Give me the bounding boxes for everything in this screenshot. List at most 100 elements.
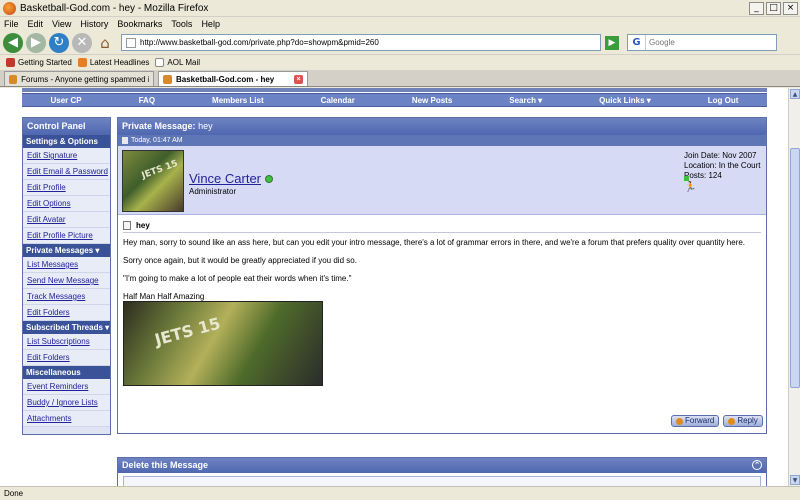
maximize-button[interactable]: □: [766, 1, 781, 15]
message-text: Hey man, sorry to sound like an ass here…: [123, 238, 761, 302]
nav-quick-links[interactable]: Quick Links ▾: [599, 96, 651, 105]
bookmark-icon: [6, 57, 15, 67]
pm-header: Private Message: hey: [118, 118, 766, 135]
menu-view[interactable]: View: [52, 19, 71, 29]
tab-bar: Forums - Anyone getting spammed in ... B…: [0, 70, 800, 87]
menu-edit[interactable]: Edit: [28, 19, 44, 29]
private-message-panel: Private Message: hey Today, 01:47 AM JET…: [117, 117, 767, 434]
google-icon[interactable]: G: [628, 35, 646, 50]
link-event-reminders[interactable]: Event Reminders: [23, 379, 110, 395]
message-paragraph: Hey man, sorry to sound like an ass here…: [123, 238, 746, 247]
reply-button[interactable]: Reply: [723, 415, 763, 427]
tab-basketball-god[interactable]: Basketball-God.com - hey ×: [158, 71, 308, 86]
link-edit-folders-subs[interactable]: Edit Folders: [23, 350, 110, 366]
link-track-messages[interactable]: Track Messages: [23, 289, 110, 305]
link-buddy-ignore-lists[interactable]: Buddy / Ignore Lists: [23, 395, 110, 411]
link-send-new-message[interactable]: Send New Message: [23, 273, 110, 289]
rss-icon: [77, 57, 87, 67]
close-window-button[interactable]: ×: [783, 1, 798, 15]
page-icon: [155, 57, 165, 67]
page-icon: [126, 37, 136, 48]
post-icon: [122, 137, 128, 144]
nav-search[interactable]: Search ▾: [509, 96, 542, 105]
address-bar[interactable]: [121, 34, 601, 51]
collapse-icon[interactable]: ⌃: [752, 460, 762, 470]
search-input[interactable]: [646, 38, 776, 47]
forward-arrow-icon[interactable]: ▶: [26, 32, 46, 53]
section-miscellaneous: Miscellaneous: [23, 366, 110, 379]
bookmark-aol-mail[interactable]: AOL Mail: [155, 57, 200, 67]
link-edit-folders-pm[interactable]: Edit Folders: [23, 305, 110, 321]
back-arrow-icon[interactable]: ◀: [3, 32, 23, 53]
link-list-messages[interactable]: List Messages: [23, 257, 110, 273]
forward-icon: [676, 417, 683, 425]
minimize-button[interactable]: _: [749, 1, 764, 15]
scroll-up-icon[interactable]: ▲: [790, 89, 800, 99]
search-box[interactable]: G: [627, 34, 777, 51]
bookmarks-bar: Getting Started Latest Headlines AOL Mai…: [0, 55, 800, 69]
go-arrow-icon[interactable]: ▶: [605, 35, 619, 50]
link-edit-email-password[interactable]: Edit Email & Password: [23, 164, 110, 180]
nav-new-posts[interactable]: New Posts: [412, 96, 452, 105]
url-input[interactable]: [140, 38, 600, 47]
bookmark-latest-headlines[interactable]: Latest Headlines: [77, 57, 149, 67]
tab-forums[interactable]: Forums - Anyone getting spammed in ...: [4, 71, 154, 86]
nav-members-list[interactable]: Members List: [212, 96, 264, 105]
close-tab-icon[interactable]: ×: [294, 74, 303, 84]
pm-subject: hey: [123, 219, 761, 233]
favicon-icon: [163, 74, 172, 84]
menu-bookmarks[interactable]: Bookmarks: [117, 19, 162, 29]
scroll-down-icon[interactable]: ▼: [790, 475, 800, 485]
link-list-subscriptions[interactable]: List Subscriptions: [23, 334, 110, 350]
navigation-toolbar: ◀ ▶ ↻ ✕ ⌂ ▶ G: [0, 31, 800, 55]
favicon-icon: [9, 74, 18, 84]
username-link[interactable]: Vince Carter: [189, 171, 261, 186]
pm-date-bar: Today, 01:47 AM: [118, 135, 766, 146]
forum-header-strip: [22, 88, 767, 92]
delete-panel-header: Delete this Message ⌃: [118, 458, 766, 473]
menu-help[interactable]: Help: [201, 19, 220, 29]
delete-panel-body: [123, 476, 761, 486]
nav-calendar[interactable]: Calendar: [321, 96, 355, 105]
link-edit-options[interactable]: Edit Options: [23, 196, 110, 212]
forward-button[interactable]: Forward: [671, 415, 720, 427]
section-subscribed-threads[interactable]: Subscribed Threads ▾: [23, 321, 110, 334]
avatar[interactable]: JETS 15: [122, 150, 184, 212]
pm-user-info: JETS 15 Vince Carter Administrator Join …: [118, 146, 766, 215]
scrollbar-thumb[interactable]: [790, 148, 800, 388]
reply-icon: [728, 417, 736, 425]
signature-jersey-text: JETS 15: [152, 313, 223, 350]
nav-user-cp[interactable]: User CP: [50, 96, 81, 105]
link-edit-profile-picture[interactable]: Edit Profile Picture: [23, 228, 110, 244]
user-title: Administrator: [189, 187, 237, 196]
section-private-messages[interactable]: Private Messages ▾: [23, 244, 110, 257]
menu-file[interactable]: File: [4, 19, 19, 29]
join-date: Join Date: Nov 2007: [684, 151, 757, 160]
pm-body: hey Hey man, sorry to sound like an ass …: [118, 215, 766, 314]
home-icon[interactable]: ⌂: [95, 33, 115, 53]
control-panel: Control Panel Settings & Options Edit Si…: [22, 117, 111, 435]
control-panel-title: Control Panel: [23, 118, 110, 135]
vertical-scrollbar[interactable]: ▲ ▼: [788, 88, 800, 486]
pm-actions: Forward Reply: [671, 415, 767, 427]
menu-tools[interactable]: Tools: [171, 19, 192, 29]
page-viewport: User CP FAQ Members List Calendar New Po…: [0, 88, 788, 486]
link-attachments[interactable]: Attachments: [23, 411, 110, 427]
link-edit-avatar[interactable]: Edit Avatar: [23, 212, 110, 228]
nav-faq[interactable]: FAQ: [139, 96, 155, 105]
user-stats: Join Date: Nov 2007 Location: In the Cou…: [684, 151, 761, 181]
stop-icon[interactable]: ✕: [72, 32, 92, 53]
runner-icon: 🏃: [684, 182, 697, 193]
link-edit-signature[interactable]: Edit Signature: [23, 148, 110, 164]
firefox-icon: [3, 1, 16, 15]
avatar-jersey-text: JETS 15: [140, 158, 180, 182]
bookmark-getting-started[interactable]: Getting Started: [6, 57, 72, 67]
post-count: Posts: 124: [684, 171, 722, 180]
reload-icon[interactable]: ↻: [49, 32, 69, 53]
signature-quote: "I'm going to make a lot of people eat t…: [123, 274, 352, 283]
reputation-icon: [684, 176, 689, 181]
section-settings-options: Settings & Options: [23, 135, 110, 148]
link-edit-profile[interactable]: Edit Profile: [23, 180, 110, 196]
menu-history[interactable]: History: [80, 19, 108, 29]
nav-log-out[interactable]: Log Out: [708, 96, 739, 105]
